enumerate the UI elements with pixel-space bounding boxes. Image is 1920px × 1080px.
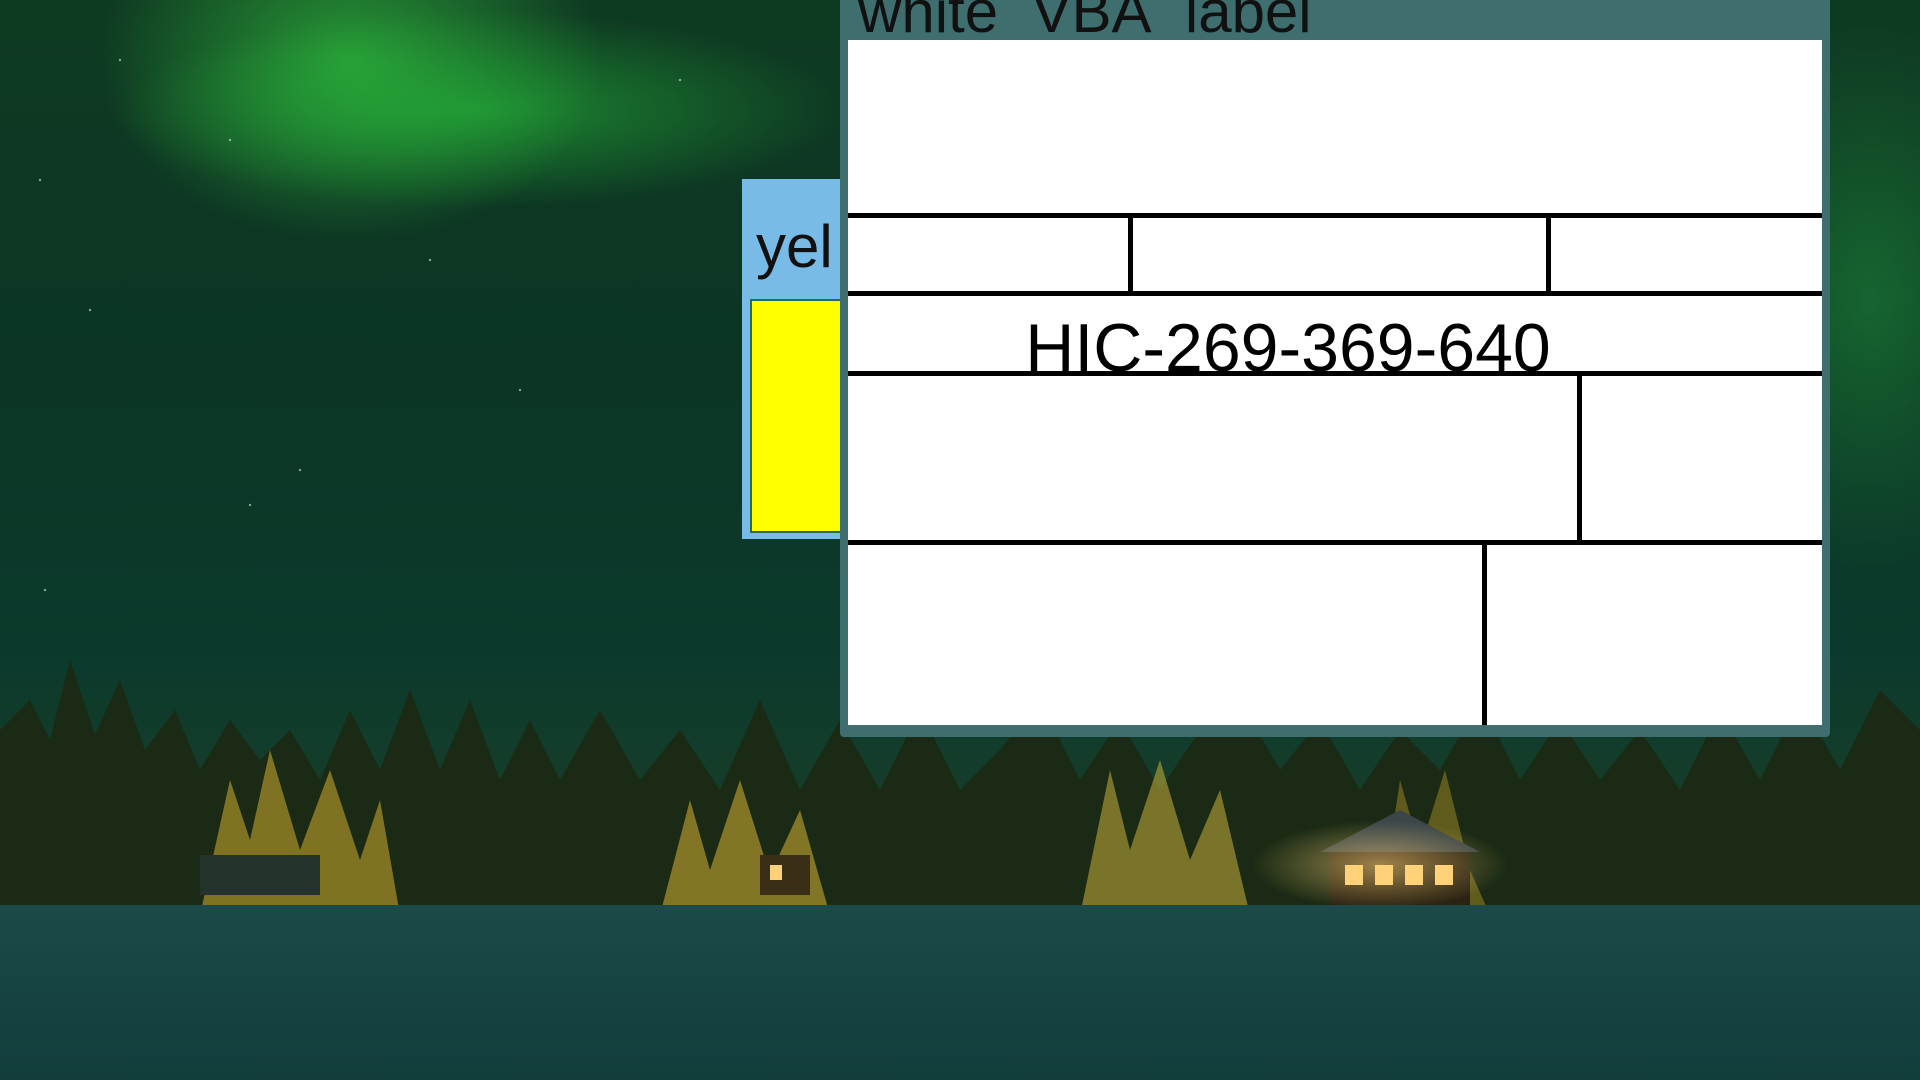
- yellow-window-title: yel: [756, 213, 833, 280]
- wallpaper-snow: [0, 905, 1920, 1080]
- grid-line: [848, 540, 1822, 545]
- grid-line: [848, 213, 1822, 218]
- grid-line: [1546, 213, 1551, 293]
- grid-line: [1577, 371, 1582, 543]
- grid-line: [1482, 540, 1487, 725]
- grid-line: [1128, 213, 1133, 293]
- grid-line: [848, 291, 1822, 296]
- white-window-title: white_VBA_label: [858, 0, 1312, 45]
- label-card: HIC-269-369-640: [848, 40, 1822, 725]
- white-vba-label-window[interactable]: white_VBA_label HIC-269-369-640: [840, 0, 1830, 737]
- grid-line: [848, 371, 1822, 376]
- wallpaper-cabin-glow: [1250, 820, 1510, 910]
